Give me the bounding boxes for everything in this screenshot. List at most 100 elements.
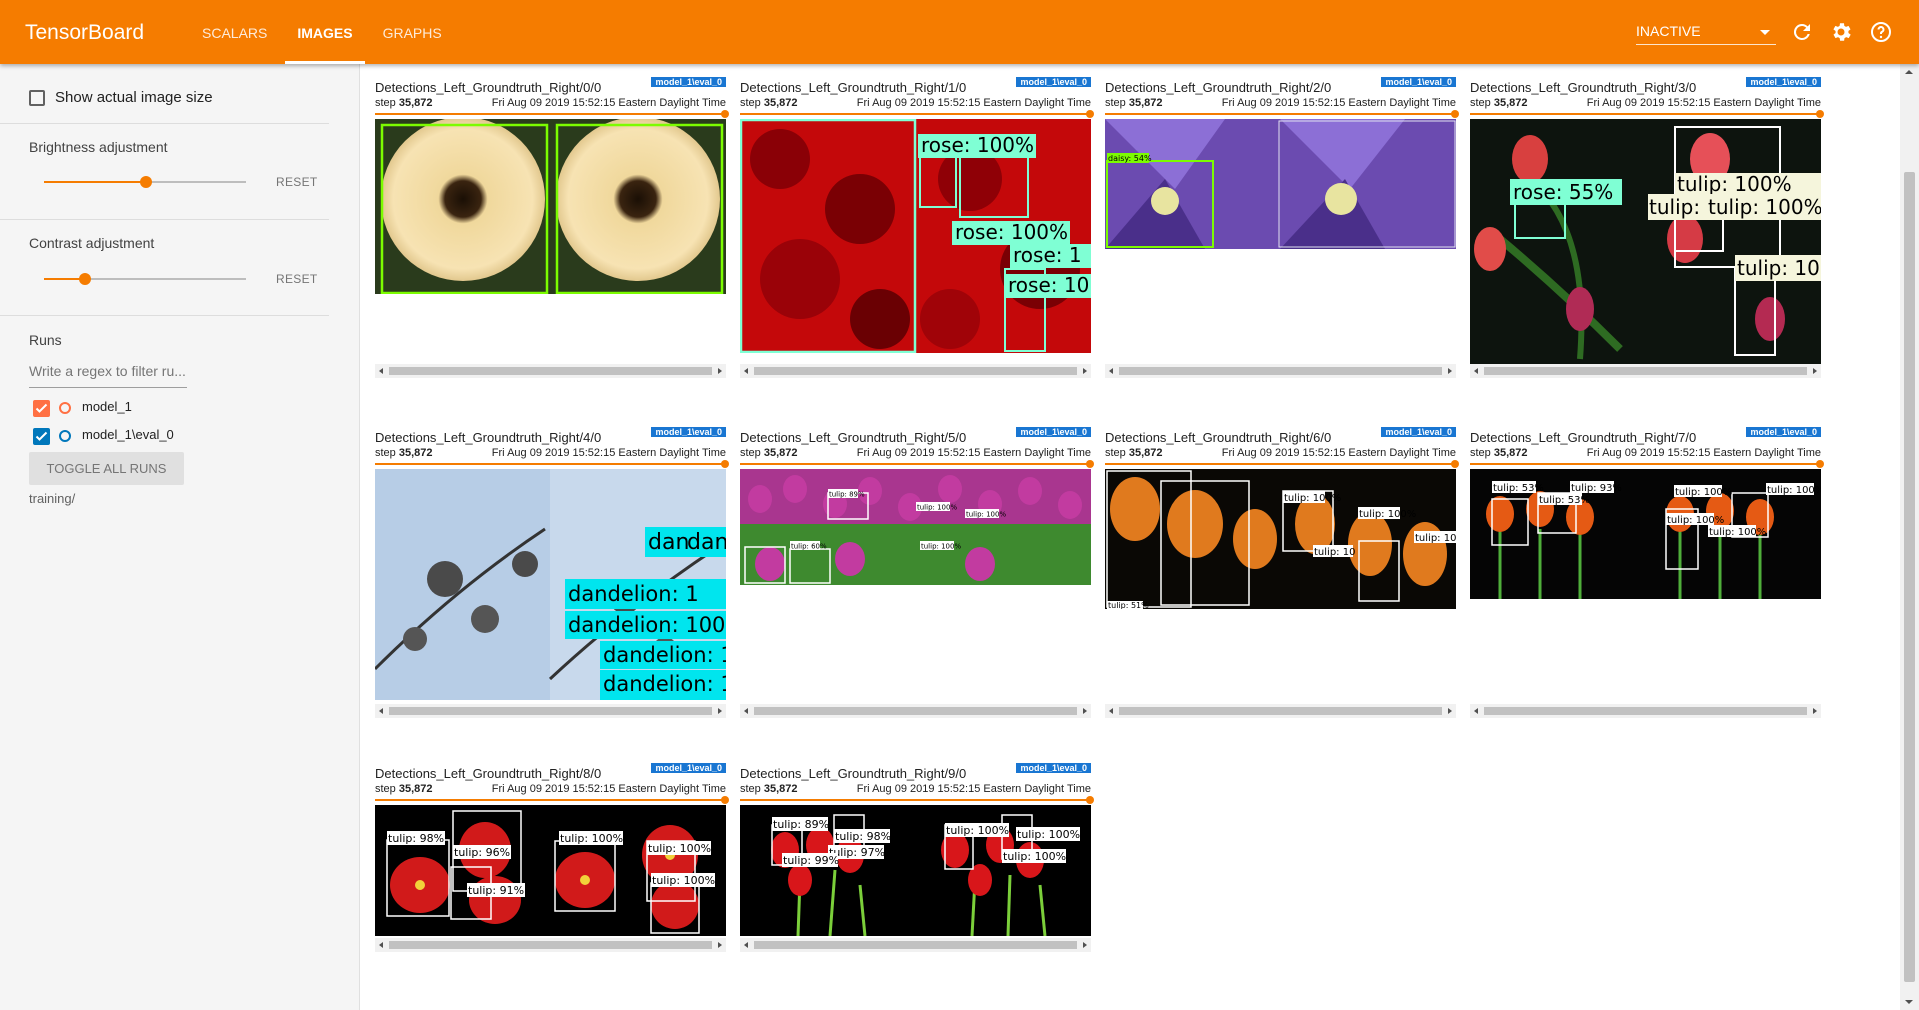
- detection-label: tulip: 53%: [1493, 483, 1544, 494]
- detection-label: dan: [687, 530, 726, 555]
- refresh-icon[interactable]: [1790, 20, 1814, 44]
- runs-title: Runs: [29, 332, 62, 348]
- contrast-reset-button[interactable]: RESET: [276, 272, 318, 286]
- run-badge: model_1\eval_0: [1746, 427, 1821, 437]
- step-slider[interactable]: [375, 463, 726, 465]
- step-slider-knob[interactable]: [1086, 110, 1094, 118]
- horizontal-scrollbar[interactable]: [375, 704, 726, 718]
- run-checkbox-model-1[interactable]: [33, 400, 50, 417]
- detection-label: tulip: 96%: [454, 846, 510, 859]
- image-tag-name: Detections_Left_Groundtruth_Right/5/0: [740, 430, 967, 445]
- step-label: step 35,872: [740, 783, 798, 795]
- step-slider[interactable]: [1470, 113, 1821, 115]
- horizontal-scrollbar[interactable]: [375, 938, 726, 952]
- step-slider-knob[interactable]: [721, 110, 729, 118]
- check-icon: [35, 431, 48, 441]
- run-badge: model_1\eval_0: [651, 77, 726, 87]
- step-label: step 35,872: [740, 97, 798, 109]
- detection-image: rose: 55% tulip: 100% tulip: 100% tulip:…: [1470, 119, 1821, 365]
- step-slider-knob[interactable]: [721, 460, 729, 468]
- image-display: rose: 100% rose: 100% rose: 1 rose: 10: [740, 119, 1091, 353]
- step-slider[interactable]: [740, 463, 1091, 465]
- horizontal-scrollbar[interactable]: [1105, 364, 1456, 378]
- detection-label: rose: 100%: [921, 133, 1034, 157]
- horizontal-scrollbar[interactable]: [1105, 704, 1456, 718]
- image-tag-name: Detections_Left_Groundtruth_Right/0/0: [375, 80, 602, 95]
- image-grid: Detections_Left_Groundtruth_Right/0/0 mo…: [360, 64, 1900, 1010]
- timestamp: Fri Aug 09 2019 15:52:15 Eastern Dayligh…: [856, 447, 1091, 459]
- step-slider-knob[interactable]: [1816, 110, 1824, 118]
- timestamp: Fri Aug 09 2019 15:52:15 Eastern Dayligh…: [1221, 447, 1456, 459]
- show-actual-size-label: Show actual image size: [55, 89, 213, 106]
- detection-label: dandelion: 100%: [568, 613, 726, 637]
- run-color-indicator: [59, 402, 71, 414]
- step-slider-knob[interactable]: [721, 796, 729, 804]
- detection-label: tulip: 100%: [1017, 828, 1080, 841]
- toggle-all-runs-button[interactable]: TOGGLE ALL RUNS: [29, 452, 184, 485]
- detection-image: [375, 119, 726, 294]
- step-slider-knob[interactable]: [1086, 460, 1094, 468]
- detection-label: tulip: 100%: [652, 874, 715, 887]
- detection-label: tulip: 53%: [1539, 495, 1590, 506]
- step-slider-knob[interactable]: [1451, 110, 1459, 118]
- step-value: 35,872: [398, 783, 433, 795]
- horizontal-scrollbar[interactable]: [1470, 704, 1821, 718]
- detection-label: tulip: 60%: [791, 543, 827, 551]
- run-label-model-1: model_1: [82, 399, 132, 414]
- dashboard-tabs: SCALARS IMAGES GRAPHS: [190, 0, 460, 64]
- step-slider[interactable]: [1105, 463, 1456, 465]
- timestamp: Fri Aug 09 2019 15:52:15 Eastern Dayligh…: [491, 783, 726, 795]
- brightness-reset-button[interactable]: RESET: [276, 175, 318, 189]
- detection-label: tulip: 98%: [388, 832, 444, 845]
- step-slider[interactable]: [740, 113, 1091, 115]
- step-slider[interactable]: [740, 799, 1091, 801]
- step-slider[interactable]: [375, 113, 726, 115]
- detection-label: tulip: 91%: [468, 884, 524, 897]
- step-value: 35,872: [763, 97, 798, 109]
- detection-image: tulip: 98% tulip: 96% tulip: 91% tulip: …: [375, 805, 726, 936]
- detection-image: dan dan dandelion: 1 dandelion: 100% dan…: [375, 469, 726, 700]
- horizontal-scrollbar[interactable]: [1470, 364, 1821, 378]
- step-slider-knob[interactable]: [1816, 460, 1824, 468]
- scroll-up-icon[interactable]: [1905, 70, 1913, 74]
- step-label: step 35,872: [1105, 97, 1163, 109]
- vertical-scrollbar[interactable]: [1900, 64, 1919, 1010]
- show-actual-size-checkbox[interactable]: [29, 90, 45, 106]
- detection-label: tulip: 99%: [783, 854, 839, 867]
- step-slider[interactable]: [1470, 463, 1821, 465]
- tab-scalars[interactable]: SCALARS: [190, 0, 279, 64]
- divider: [0, 123, 329, 124]
- scroll-down-icon[interactable]: [1905, 1000, 1913, 1004]
- detection-label: tulip: 100%: [946, 824, 1009, 837]
- horizontal-scrollbar[interactable]: [740, 938, 1091, 952]
- timestamp: Fri Aug 09 2019 15:52:15 Eastern Dayligh…: [491, 97, 726, 109]
- horizontal-scrollbar[interactable]: [740, 704, 1091, 718]
- image-display: [375, 119, 726, 294]
- image-tag-name: Detections_Left_Groundtruth_Right/2/0: [1105, 80, 1332, 95]
- step-slider[interactable]: [375, 799, 726, 801]
- run-filter-input[interactable]: Write a regex to filter ru...: [29, 363, 187, 388]
- step-slider[interactable]: [1105, 113, 1456, 115]
- brightness-slider-knob[interactable]: [140, 176, 152, 188]
- image-display: daisy: 54%: [1105, 119, 1456, 249]
- image-display: tulip: 53% tulip: 93% tulip: 53% tulip: …: [1470, 469, 1821, 599]
- image-tag-name: Detections_Left_Groundtruth_Right/9/0: [740, 766, 967, 781]
- top-toolbar: TensorBoard SCALARS IMAGES GRAPHS INACTI…: [0, 0, 1919, 64]
- inactive-dashboards-dropdown[interactable]: INACTIVE: [1636, 20, 1776, 45]
- run-checkbox-model-1-eval-0[interactable]: [33, 428, 50, 445]
- image-display: tulip: 89% tulip: 98% tulip: 97% tulip: …: [740, 805, 1091, 936]
- step-slider-knob[interactable]: [1451, 460, 1459, 468]
- tab-images[interactable]: IMAGES: [285, 0, 365, 64]
- run-badge: model_1\eval_0: [651, 763, 726, 773]
- help-icon[interactable]: [1869, 20, 1893, 44]
- run-filter-placeholder: Write a regex to filter ru...: [29, 363, 186, 379]
- step-label: step 35,872: [375, 783, 433, 795]
- horizontal-scrollbar[interactable]: [740, 364, 1091, 378]
- tab-graphs[interactable]: GRAPHS: [371, 0, 454, 64]
- contrast-slider-knob[interactable]: [79, 273, 91, 285]
- detection-label: tulip: 10: [1314, 547, 1355, 558]
- step-slider-knob[interactable]: [1086, 796, 1094, 804]
- horizontal-scrollbar[interactable]: [375, 364, 726, 378]
- settings-icon[interactable]: [1829, 20, 1853, 44]
- scrollbar-thumb[interactable]: [1904, 172, 1915, 982]
